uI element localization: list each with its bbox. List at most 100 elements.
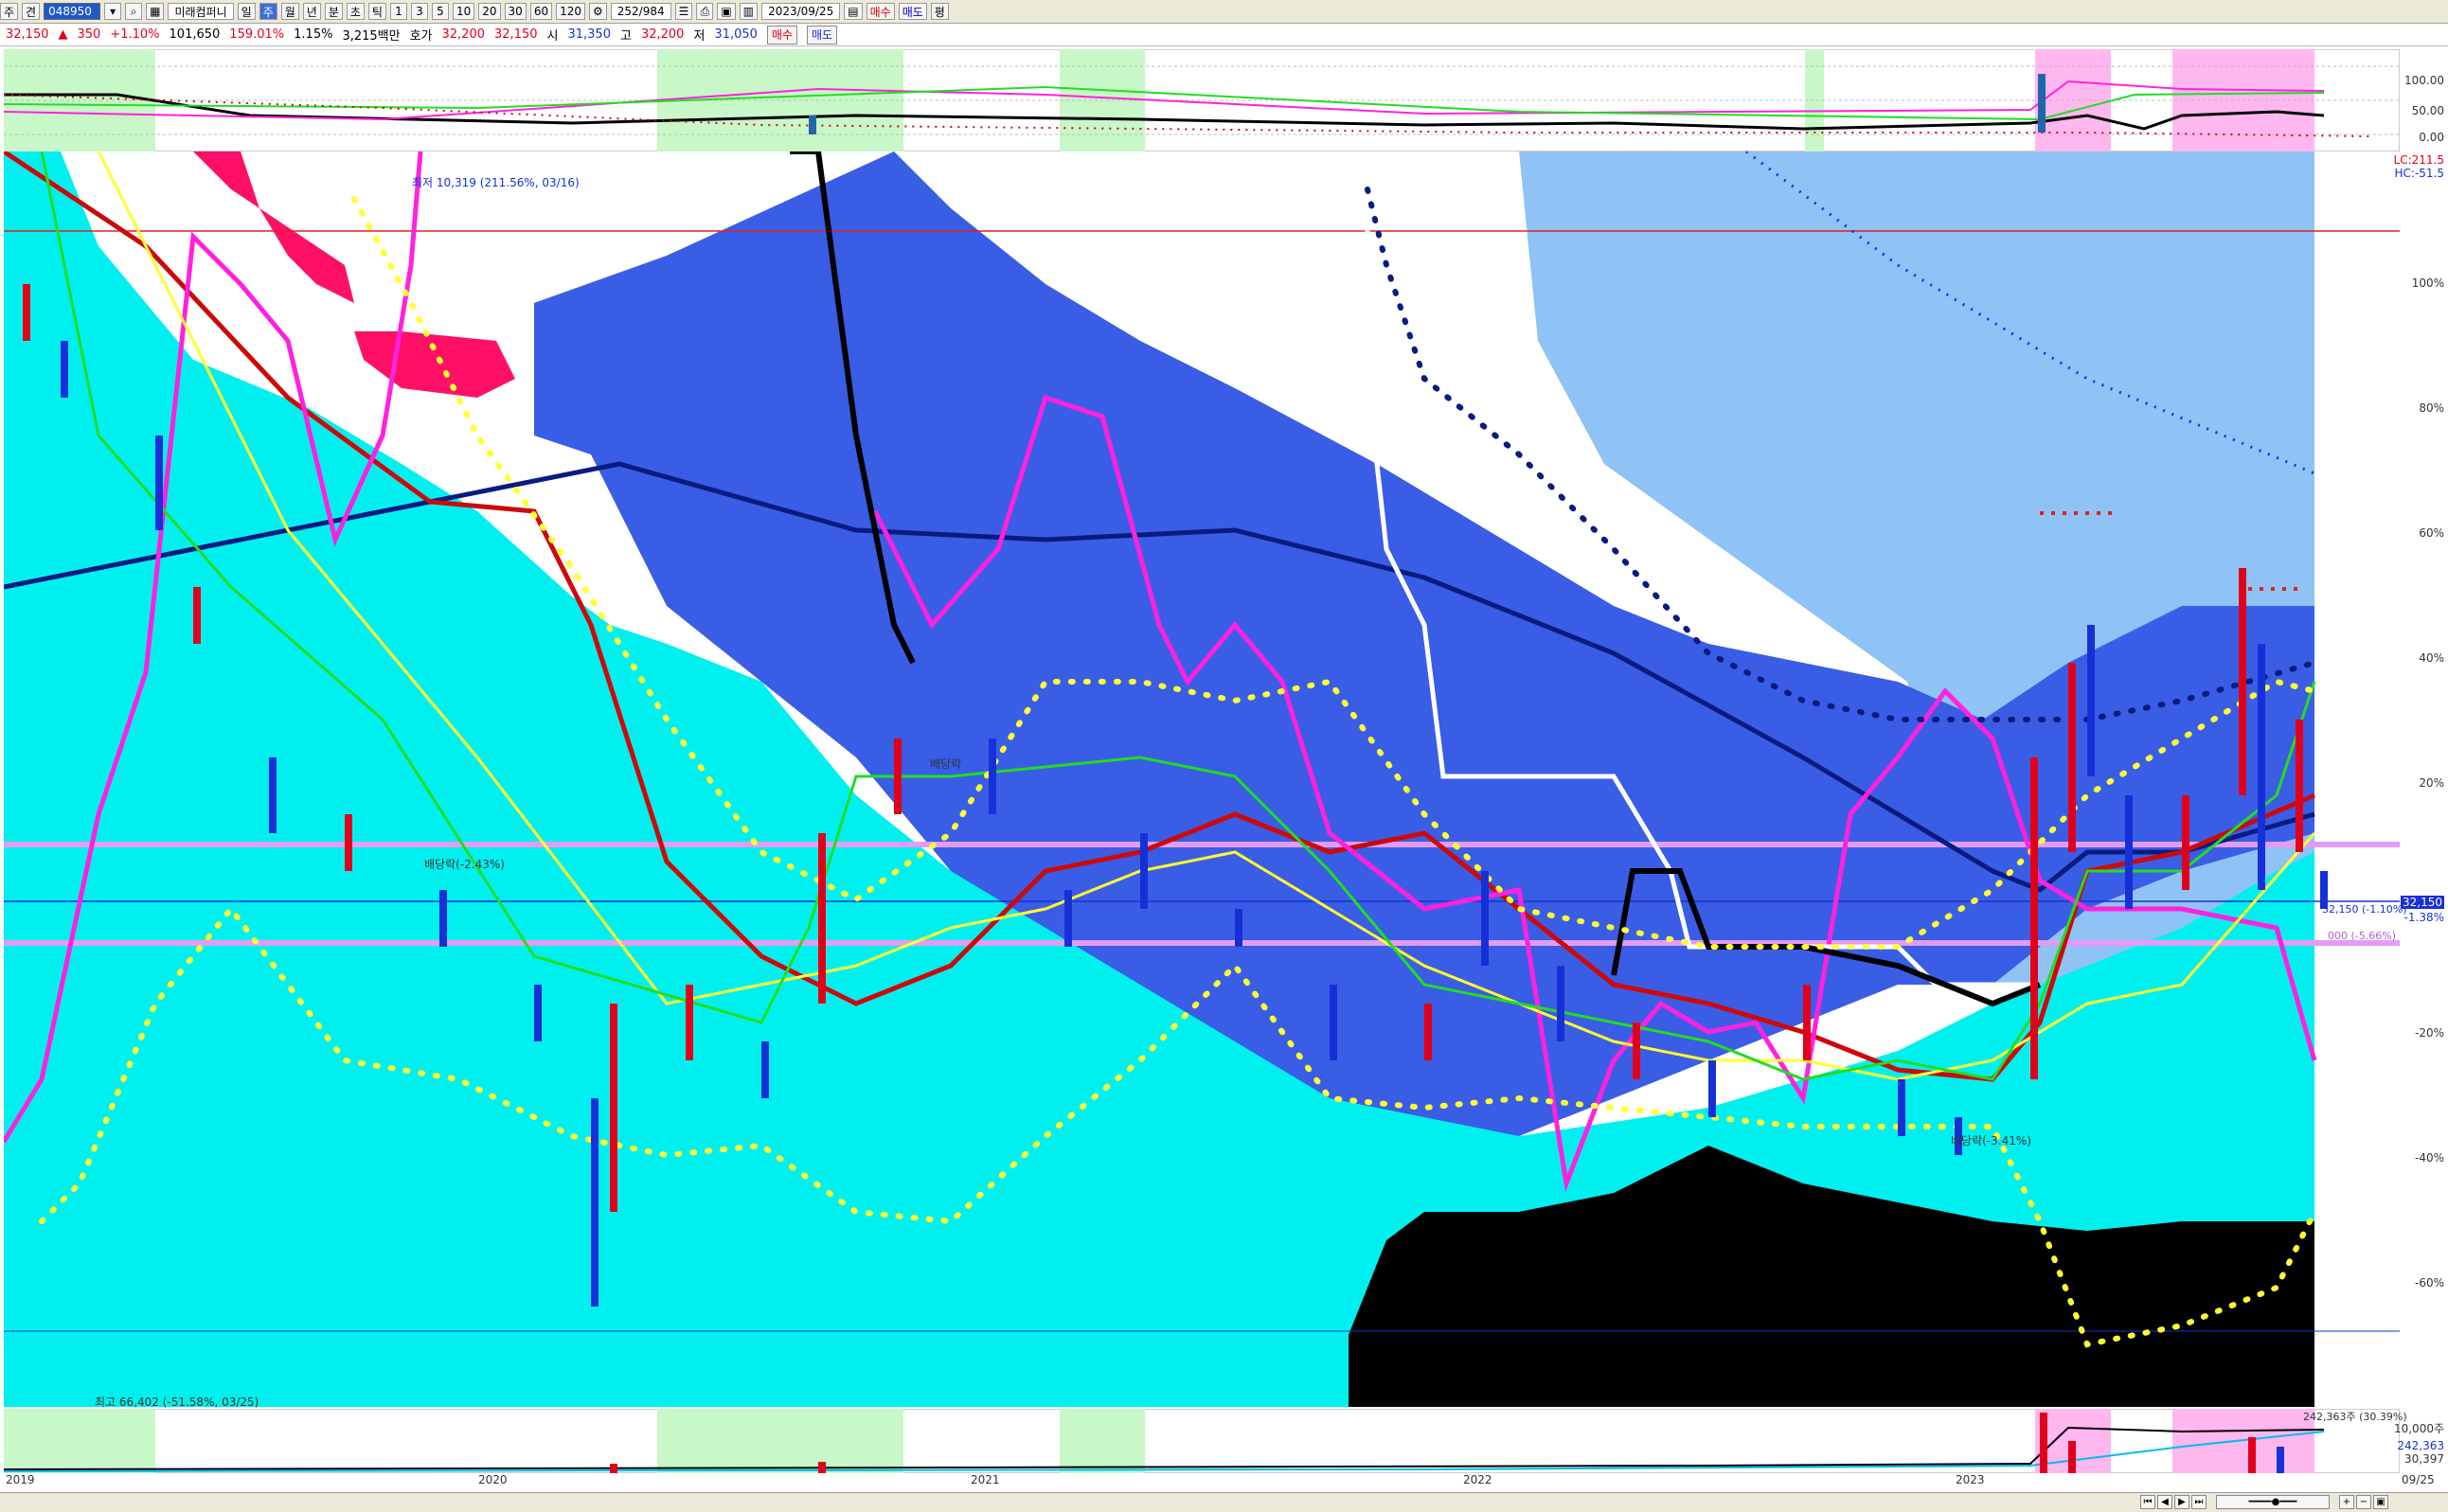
volume-bar bbox=[2040, 1413, 2047, 1473]
volume-panel[interactable] bbox=[4, 1409, 2400, 1473]
interval-30[interactable]: 30 bbox=[504, 3, 527, 20]
first-icon[interactable]: ⏮ bbox=[2140, 1495, 2155, 1509]
date-label: 2021 bbox=[971, 1473, 1000, 1486]
period-minute[interactable]: 분 bbox=[324, 3, 343, 20]
candle bbox=[1424, 1004, 1432, 1060]
high-annotation: 최고 66,402 (-51.58%, 03/25) bbox=[95, 1396, 259, 1409]
period-second[interactable]: 초 bbox=[346, 3, 365, 20]
candle bbox=[686, 985, 693, 1060]
period-month[interactable]: 월 bbox=[280, 3, 299, 20]
interval-10[interactable]: 10 bbox=[452, 3, 475, 20]
list-icon[interactable]: ☰ bbox=[674, 3, 693, 20]
grid-toggle-icon[interactable]: ▥ bbox=[739, 3, 759, 20]
up-arrow-icon: ▲ bbox=[58, 27, 68, 42]
chart-toolbar: 주 견 048950 ▾ ⌕ ▦ 미래컴퍼니 일 주 월 년 분 초 틱 1 3… bbox=[0, 0, 2448, 24]
interval-60[interactable]: 60 bbox=[529, 3, 553, 20]
period-year[interactable]: 년 bbox=[302, 3, 321, 20]
price-axis: LC:211.5 HC:-51.5 100% 80% 60% 40% 20% -… bbox=[2394, 151, 2448, 1407]
axis-label: 242,363 bbox=[2397, 1439, 2444, 1452]
candle bbox=[1330, 985, 1337, 1060]
candle bbox=[61, 341, 68, 398]
candle bbox=[818, 833, 826, 1004]
interval-20[interactable]: 20 bbox=[478, 3, 501, 20]
print-icon[interactable]: ⎙ bbox=[696, 3, 714, 20]
price-panel[interactable] bbox=[4, 151, 2400, 1407]
candle bbox=[2068, 663, 2076, 852]
candle bbox=[1803, 985, 1811, 1060]
dividend-annotation: 배당락 bbox=[930, 757, 962, 771]
interval-5[interactable]: 5 bbox=[431, 3, 449, 20]
axis-label: 100% bbox=[2411, 276, 2444, 290]
count-field[interactable]: 252/984 bbox=[610, 3, 671, 20]
indicator-panel[interactable] bbox=[4, 49, 2400, 151]
zoom-out-icon[interactable]: − bbox=[2356, 1495, 2371, 1509]
candle bbox=[439, 890, 447, 947]
candle bbox=[345, 814, 352, 871]
grid-icon[interactable]: ▦ bbox=[146, 3, 165, 20]
dividend-annotation: 배당락(-3.41%) bbox=[1951, 1134, 2031, 1147]
dividend-annotation: 배당락(-2.43%) bbox=[424, 858, 505, 871]
candle bbox=[1633, 1023, 1640, 1079]
stock-code-input[interactable]: 048950 bbox=[44, 3, 101, 20]
calendar-icon[interactable]: ▤ bbox=[844, 3, 863, 20]
axis-label: 0.00 bbox=[2419, 131, 2444, 144]
price-change: 350 bbox=[77, 27, 101, 42]
date-label: 2022 bbox=[1463, 1473, 1492, 1486]
zoom-in-icon[interactable]: + bbox=[2339, 1495, 2354, 1509]
interval-120[interactable]: 120 bbox=[556, 3, 585, 20]
candle bbox=[534, 985, 542, 1041]
quote-sell-button[interactable]: 매도 bbox=[807, 25, 838, 44]
settings-icon[interactable]: ⚙ bbox=[589, 3, 607, 20]
indicator-spike bbox=[2038, 74, 2046, 133]
turnover: 1.15% bbox=[294, 27, 333, 42]
axis-label: -60% bbox=[2414, 1276, 2444, 1290]
quote-buy-button[interactable]: 매수 bbox=[766, 25, 798, 44]
volume-zone bbox=[1060, 1409, 1145, 1473]
period-tick[interactable]: 틱 bbox=[367, 3, 386, 20]
prev-icon[interactable]: ◀ bbox=[2157, 1495, 2172, 1509]
axis-label: 20% bbox=[2419, 776, 2444, 790]
ask-price: 32,200 bbox=[441, 27, 486, 42]
buy-button[interactable]: 매수 bbox=[866, 3, 895, 20]
axis-label: 80% bbox=[2419, 401, 2444, 415]
date-label: 2019 bbox=[6, 1473, 35, 1486]
zoom-slider[interactable]: ━━━━●━━━ bbox=[2216, 1495, 2330, 1509]
axis-label: -20% bbox=[2414, 1026, 2444, 1040]
save-icon[interactable]: ▣ bbox=[717, 3, 736, 20]
axis-label: 100.00 bbox=[2404, 74, 2444, 87]
axis-label: 40% bbox=[2419, 651, 2444, 665]
last-icon[interactable]: ⏭ bbox=[2191, 1495, 2207, 1509]
candle bbox=[1064, 890, 1072, 947]
candle bbox=[23, 284, 30, 341]
volume-bar bbox=[610, 1464, 617, 1473]
scroll-bar[interactable]: ⏮ ◀ ▶ ⏭ ━━━━●━━━ + − ▣ bbox=[0, 1492, 2448, 1512]
count-value: 252 bbox=[616, 5, 639, 18]
volume-zone bbox=[4, 1409, 155, 1473]
date-field[interactable]: 2023/09/25 bbox=[761, 3, 841, 20]
candle bbox=[1481, 871, 1489, 966]
axis-label: -40% bbox=[2414, 1151, 2444, 1165]
indicator-spike bbox=[809, 116, 816, 134]
quote-bar: 32,150 ▲ 350 +1.10% 101,650 159.01% 1.15… bbox=[0, 24, 2448, 46]
chevron-down-icon[interactable]: ▾ bbox=[104, 3, 122, 20]
period-day[interactable]: 일 bbox=[237, 3, 256, 20]
fit-icon[interactable]: ▣ bbox=[2373, 1495, 2388, 1509]
candle bbox=[1140, 833, 1148, 909]
interval-3[interactable]: 3 bbox=[410, 3, 428, 20]
toolbar-item-weekly[interactable]: 주 bbox=[0, 3, 19, 20]
low-annotation: 최저 10,319 (211.56%, 03/16) bbox=[412, 176, 580, 189]
volume-bar bbox=[2248, 1437, 2256, 1473]
candle bbox=[610, 1004, 617, 1212]
ask-label: 호가 bbox=[409, 29, 433, 44]
eval-button[interactable]: 평 bbox=[930, 3, 949, 20]
sell-button[interactable]: 매도 bbox=[898, 3, 927, 20]
open-label: 시 bbox=[546, 29, 559, 44]
date-label: 2023 bbox=[1956, 1473, 1985, 1486]
total-value: 984 bbox=[642, 5, 665, 18]
volume-bar bbox=[2277, 1447, 2284, 1473]
search-icon[interactable]: ⌕ bbox=[125, 3, 143, 20]
toolbar-item-view[interactable]: 견 bbox=[22, 3, 41, 20]
interval-1[interactable]: 1 bbox=[389, 3, 407, 20]
period-week[interactable]: 주 bbox=[259, 3, 277, 20]
next-icon[interactable]: ▶ bbox=[2174, 1495, 2189, 1509]
